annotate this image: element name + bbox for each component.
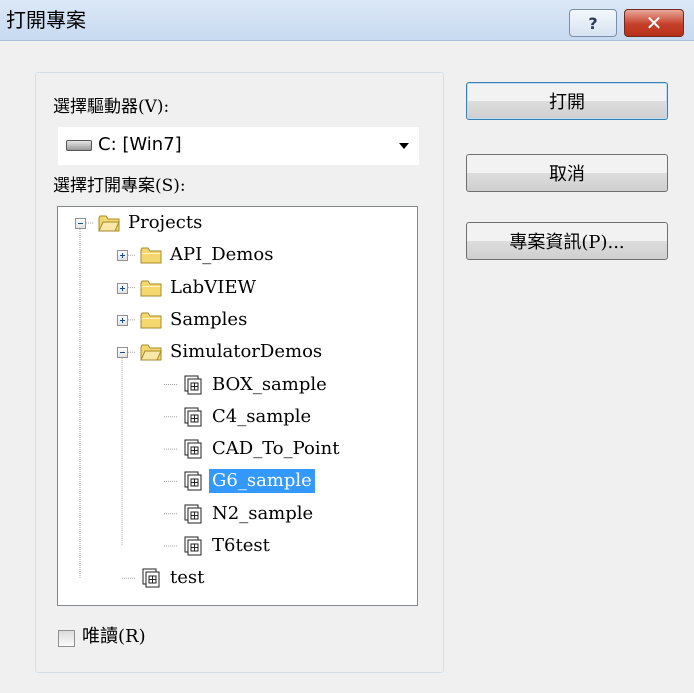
- dialog-title: 打開專案: [6, 8, 86, 32]
- drive-icon: [66, 140, 92, 151]
- tree-item[interactable]: BOX_sample: [182, 372, 330, 398]
- expand-icon[interactable]: [117, 282, 128, 294]
- title-bar: 打開專案 ? ✕: [0, 0, 694, 41]
- tree-item[interactable]: G6_sample: [182, 468, 315, 494]
- folder-icon: [140, 310, 162, 330]
- folder-open-icon: [140, 342, 162, 362]
- tree-item-label: SimulatorDemos: [170, 341, 323, 363]
- cancel-button[interactable]: 取消: [466, 154, 668, 192]
- project-icon: [182, 504, 204, 524]
- folder-icon: [140, 245, 162, 265]
- tree-item-label: C4_sample: [212, 405, 312, 427]
- tree-item-label: CAD_To_Point: [212, 438, 340, 460]
- folder-icon: [140, 278, 162, 298]
- tree-item[interactable]: LabVIEW: [140, 275, 259, 301]
- expander-plus-bar: [122, 317, 123, 323]
- project-label: 選擇打開專案(S):: [53, 176, 186, 196]
- tree-item-label: T6test: [212, 535, 270, 556]
- tree-item-label: BOX_sample: [212, 373, 327, 395]
- folder-open-icon: [98, 213, 120, 233]
- drive-select[interactable]: C: [Win7]: [58, 127, 419, 165]
- tree-item-label: API_Demos: [170, 244, 274, 266]
- close-icon: ✕: [645, 11, 663, 35]
- help-button[interactable]: ?: [569, 9, 617, 37]
- tree-item-label: Projects: [128, 212, 203, 233]
- tree-item[interactable]: Samples: [140, 307, 250, 333]
- tree-item[interactable]: test: [140, 565, 207, 591]
- tree-item-label: G6_sample: [209, 469, 315, 494]
- tree-item[interactable]: N2_sample: [182, 501, 316, 527]
- project-info-button[interactable]: 專案資訊(P)...: [466, 222, 668, 260]
- tree-item-label: LabVIEW: [170, 276, 256, 298]
- project-tree[interactable]: Projects API_Demos LabVIEW Samples Simul…: [57, 206, 418, 606]
- tree-item[interactable]: SimulatorDemos: [140, 339, 325, 365]
- dropdown-arrow-icon[interactable]: [399, 143, 409, 149]
- drive-selected-value: C: [Win7]: [98, 134, 182, 155]
- project-icon: [182, 439, 204, 459]
- expand-icon[interactable]: [117, 314, 128, 326]
- collapse-icon[interactable]: [75, 218, 86, 229]
- open-project-dialog: 打開專案 ? ✕ 選擇驅動器(V): C: [Win7] 選擇打開專案(S): …: [0, 0, 694, 693]
- drive-label: 選擇驅動器(V):: [53, 97, 170, 117]
- project-icon: [182, 375, 204, 395]
- tree-item[interactable]: T6test: [182, 533, 273, 559]
- expander-plus-bar: [122, 285, 123, 291]
- expander-plus-bar: [122, 253, 123, 259]
- readonly-checkbox[interactable]: [58, 630, 75, 647]
- help-icon: ?: [588, 13, 598, 33]
- open-button[interactable]: 打開: [466, 82, 668, 120]
- tree-item-label: test: [170, 567, 205, 589]
- tree-item-label: Samples: [170, 308, 248, 330]
- project-icon: [182, 471, 204, 491]
- tree-item[interactable]: API_Demos: [140, 242, 276, 268]
- project-icon: [182, 407, 204, 427]
- expander-minus-bar: [78, 223, 83, 224]
- expander-minus-bar: [120, 352, 125, 354]
- close-button[interactable]: ✕: [624, 9, 684, 37]
- tree-item[interactable]: CAD_To_Point: [182, 436, 342, 462]
- tree-item-label: N2_sample: [212, 502, 314, 524]
- readonly-label: 唯讀(R): [82, 626, 146, 647]
- expand-icon[interactable]: [117, 250, 128, 262]
- project-icon: [140, 568, 162, 588]
- tree-item[interactable]: Projects: [98, 210, 205, 236]
- project-icon: [182, 536, 204, 556]
- tree-item[interactable]: C4_sample: [182, 404, 314, 430]
- collapse-icon[interactable]: [117, 347, 128, 359]
